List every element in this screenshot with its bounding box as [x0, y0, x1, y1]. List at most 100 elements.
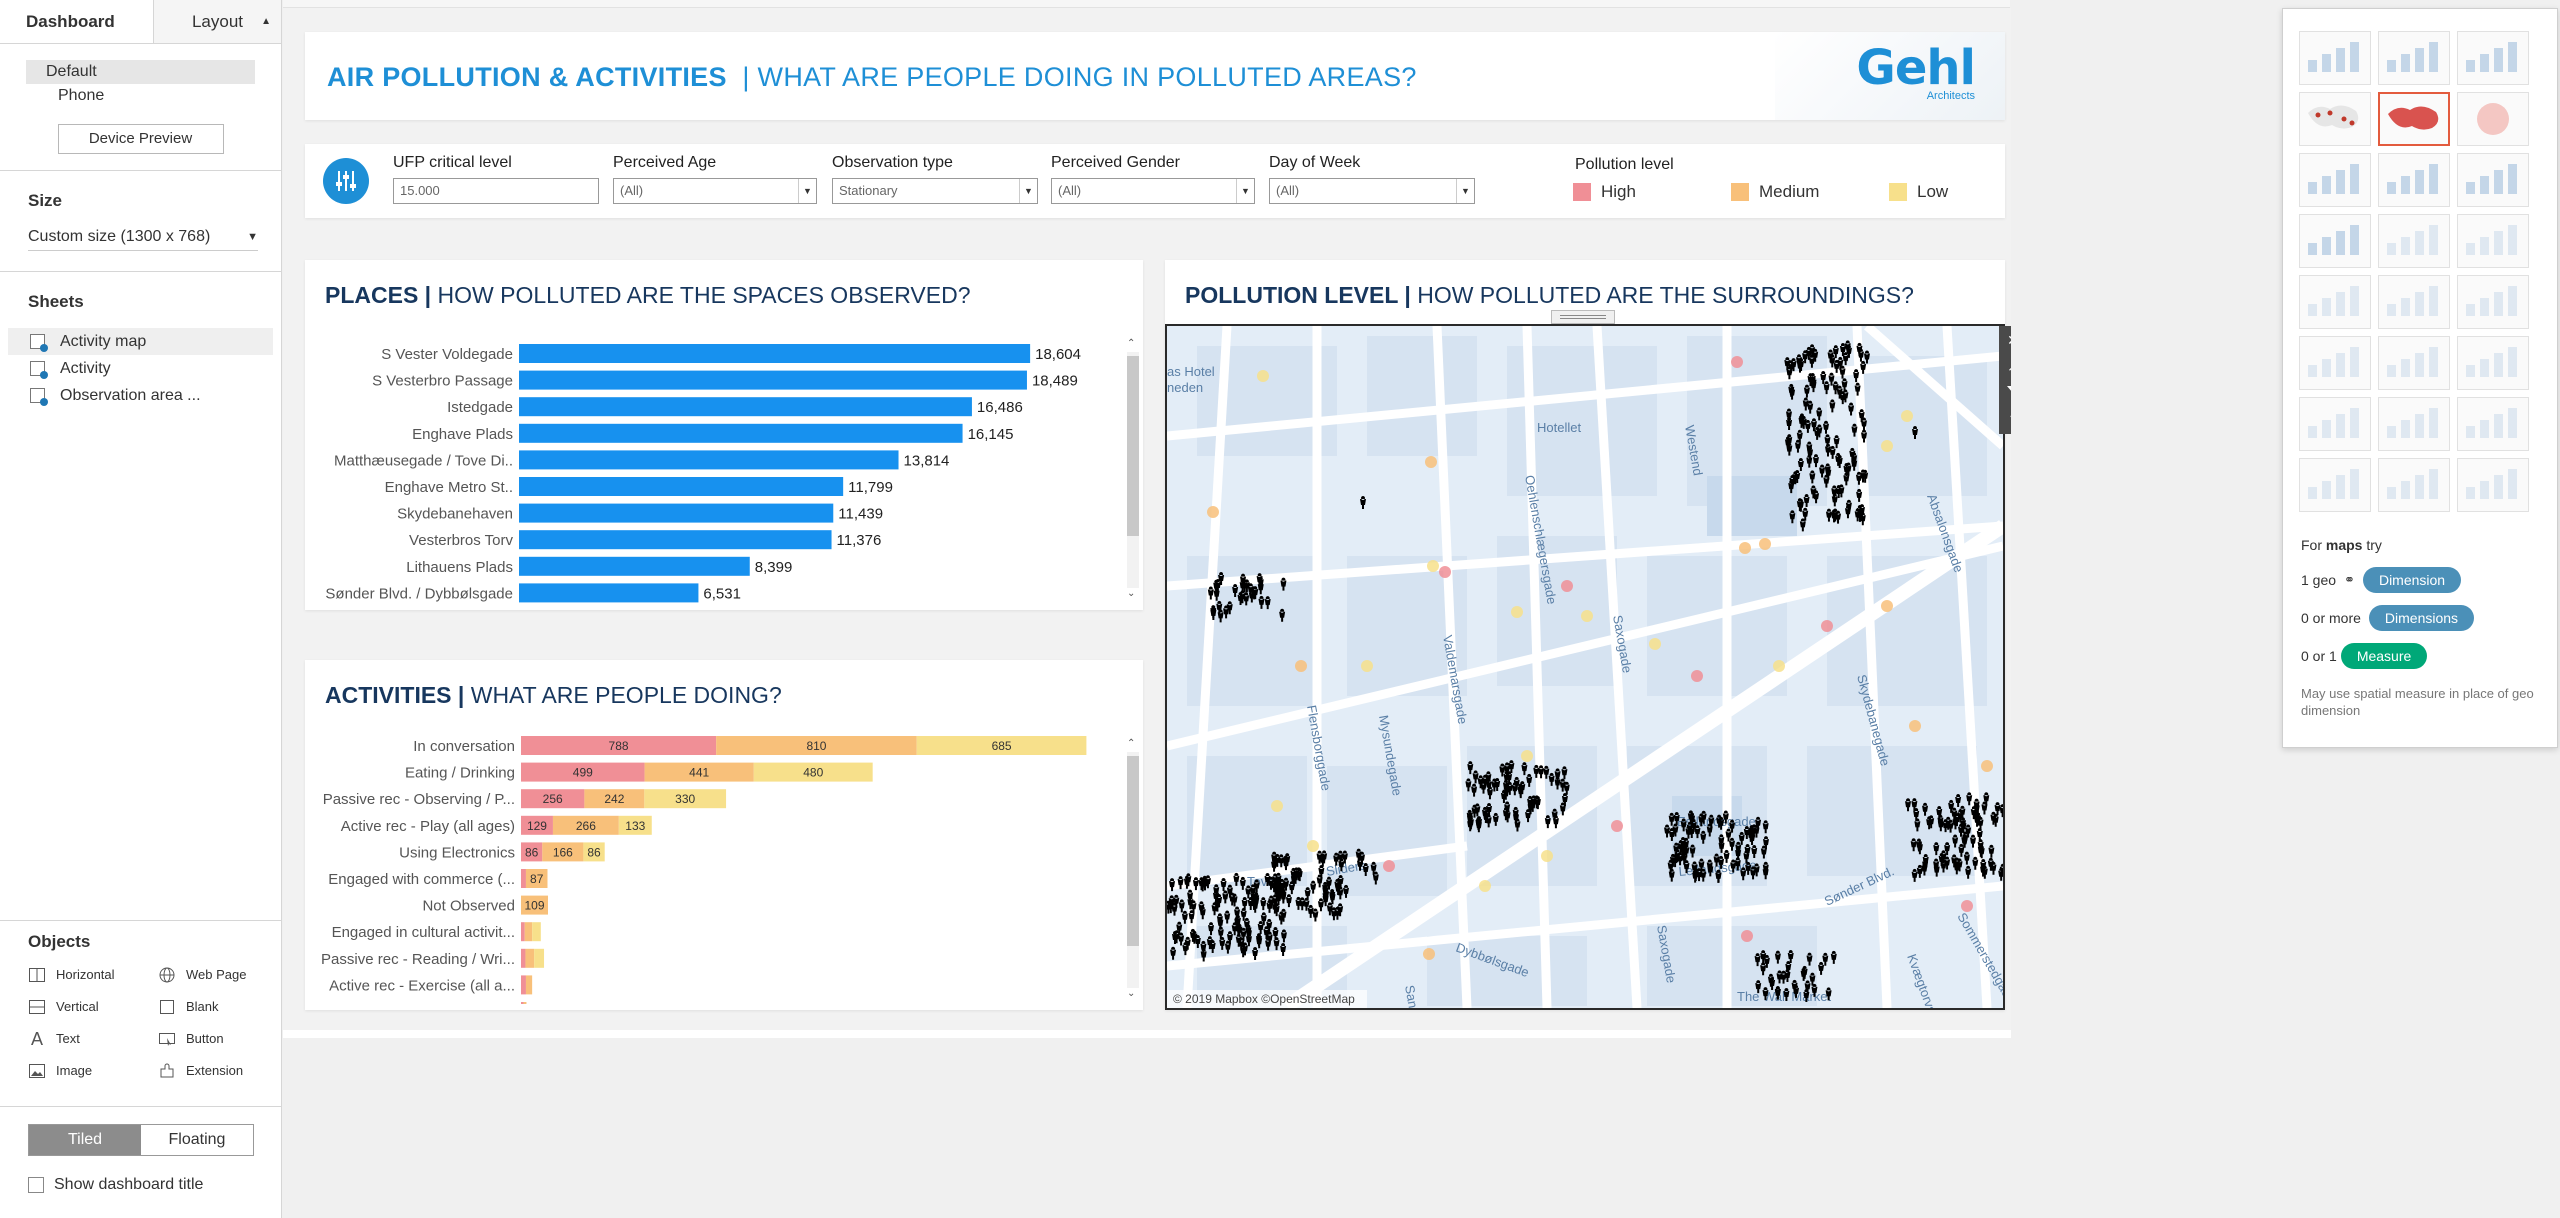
pollution-dot[interactable]	[1479, 880, 1491, 892]
size-dropdown[interactable]: Custom size (1300 x 768) ▼	[28, 223, 258, 251]
pollution-map[interactable]: Hotellet Westend Oehlenschlægersgade Valdem…	[1165, 324, 2005, 1010]
place-bar[interactable]	[519, 530, 832, 550]
pollution-dot[interactable]	[1649, 638, 1661, 650]
show-dashboard-title-option[interactable]: Show dashboard title	[28, 1176, 203, 1194]
scroll-up-icon[interactable]: ⌃	[1127, 338, 1135, 349]
pollution-dot[interactable]	[1741, 930, 1753, 942]
place-bar[interactable]	[519, 556, 750, 576]
show-me-treemap-icon[interactable]	[2299, 214, 2371, 268]
object-text[interactable]: A Text	[28, 1030, 158, 1048]
pollution-dot[interactable]	[1909, 720, 1921, 732]
tab-dashboard[interactable]: Dashboard	[0, 0, 153, 43]
show-me-heat-map-icon[interactable]	[2378, 31, 2450, 85]
pollution-dot[interactable]	[1581, 610, 1593, 622]
object-button[interactable]: Button	[158, 1030, 268, 1048]
show-me-histogram-icon[interactable]	[2378, 397, 2450, 451]
pollution-dot[interactable]	[1521, 750, 1533, 762]
activity-bar-segment-high[interactable]	[521, 1002, 524, 1004]
device-item-phone[interactable]: Phone	[26, 84, 255, 108]
sheet-item-activity-map[interactable]: Activity map	[8, 328, 273, 355]
pollution-dot[interactable]	[1961, 900, 1973, 912]
legend-item-low[interactable]: Low	[1889, 182, 1948, 202]
observation-type-dropdown[interactable]: Stationary ▼	[832, 178, 1038, 204]
pollution-dot[interactable]	[1439, 566, 1451, 578]
pollution-dot[interactable]	[1425, 456, 1437, 468]
more-options-icon[interactable]: ▼	[1999, 406, 2011, 430]
show-me-gantt-icon[interactable]	[2299, 458, 2371, 512]
object-blank[interactable]: Blank	[158, 998, 268, 1016]
filter-icon[interactable]	[1999, 380, 2011, 404]
pollution-dot[interactable]	[1307, 840, 1319, 852]
activity-bar-segment-low[interactable]	[534, 948, 545, 968]
gender-filter-dropdown[interactable]: (All) ▼	[1051, 178, 1255, 204]
pollution-dot[interactable]	[1611, 820, 1623, 832]
show-me-bullet-graph-icon[interactable]	[2378, 458, 2450, 512]
sheet-item-activity[interactable]: Activity	[0, 355, 281, 382]
ufp-critical-level-input[interactable]: 15.000	[393, 178, 599, 204]
show-me-symbol-map-icon[interactable]	[2299, 92, 2371, 146]
show-me-side-by-side-circle-icon[interactable]	[2457, 214, 2529, 268]
place-bar[interactable]	[519, 503, 834, 523]
day-of-week-dropdown[interactable]: (All) ▼	[1269, 178, 1475, 204]
show-me-box-whisker-icon[interactable]	[2457, 397, 2529, 451]
pollution-dot[interactable]	[1271, 800, 1283, 812]
place-bar[interactable]	[519, 583, 699, 603]
sheet-item-observation-area[interactable]: Observation area ...	[0, 382, 281, 409]
show-title-checkbox[interactable]	[28, 1177, 44, 1193]
scroll-thumb[interactable]	[1127, 756, 1139, 946]
pollution-dot[interactable]	[1981, 760, 1993, 772]
show-me-pie-chart-icon[interactable]	[2457, 92, 2529, 146]
pollution-dot[interactable]	[1731, 356, 1743, 368]
place-bar[interactable]	[519, 397, 972, 417]
pollution-dot[interactable]	[1361, 660, 1373, 672]
activity-bar-segment-high[interactable]	[521, 869, 526, 888]
close-icon[interactable]: ✕	[1999, 328, 2011, 352]
object-extension[interactable]: Extension	[158, 1062, 268, 1080]
show-me-stacked-bar-icon[interactable]	[2378, 153, 2450, 207]
pollution-dot[interactable]	[1207, 506, 1219, 518]
activities-scrollbar[interactable]: ⌃ ⌄	[1125, 738, 1139, 1002]
show-me-horizontal-bar-icon[interactable]	[2299, 153, 2371, 207]
activity-bar-segment-medium[interactable]	[523, 1002, 527, 1004]
object-horizontal[interactable]: Horizontal	[28, 966, 158, 984]
show-me-dual-line-icon[interactable]	[2457, 275, 2529, 329]
show-me-dual-combination-icon[interactable]	[2457, 336, 2529, 390]
tab-layout[interactable]: Layout ▲︎	[153, 0, 281, 43]
show-me-circle-view-icon[interactable]	[2378, 214, 2450, 268]
device-preview-button[interactable]: Device Preview	[57, 124, 224, 154]
show-me-area-discrete-icon[interactable]	[2378, 336, 2450, 390]
pollution-dot[interactable]	[1295, 660, 1307, 672]
place-bar[interactable]	[519, 370, 1027, 390]
floating-button[interactable]: Floating	[141, 1125, 253, 1155]
activity-bar-segment-high[interactable]	[521, 948, 526, 968]
pollution-dot[interactable]	[1901, 410, 1913, 422]
pollution-dot[interactable]	[1383, 860, 1395, 872]
pollution-dot[interactable]	[1759, 538, 1771, 550]
place-bar[interactable]	[519, 344, 1031, 363]
place-bar[interactable]	[519, 450, 899, 470]
drag-handle[interactable]	[1551, 310, 1615, 324]
map-canvas[interactable]: Hotellet WestendOehlenschlægersgadeValdem…	[1167, 326, 2003, 1008]
object-vertical[interactable]: Vertical	[28, 998, 158, 1016]
legend-item-high[interactable]: High	[1573, 182, 1636, 202]
object-web-page[interactable]: Web Page	[158, 966, 268, 984]
activity-bar-segment-medium[interactable]	[524, 922, 533, 942]
show-me-highlight-table-icon[interactable]	[2457, 31, 2529, 85]
show-me-scatter-plot-icon[interactable]	[2299, 397, 2371, 451]
object-image[interactable]: Image	[28, 1062, 158, 1080]
legend-item-medium[interactable]: Medium	[1731, 182, 1819, 202]
activity-bar-segment-high[interactable]	[521, 922, 525, 942]
place-bar[interactable]	[519, 477, 844, 496]
place-bar[interactable]	[519, 423, 963, 443]
activity-bar-segment-high[interactable]	[521, 975, 526, 995]
pollution-dot[interactable]	[1541, 850, 1553, 862]
scroll-down-icon[interactable]: ⌄	[1127, 588, 1135, 599]
go-to-sheet-icon[interactable]: ↗	[1999, 354, 2011, 378]
show-me-area-continuous-icon[interactable]	[2299, 336, 2371, 390]
pollution-dot[interactable]	[1739, 542, 1751, 554]
places-scrollbar[interactable]: ⌃ ⌄	[1125, 338, 1139, 602]
scroll-thumb[interactable]	[1127, 356, 1139, 536]
pollution-dot[interactable]	[1821, 620, 1833, 632]
pollution-dot[interactable]	[1257, 370, 1269, 382]
device-item-default[interactable]: Default	[26, 60, 255, 84]
